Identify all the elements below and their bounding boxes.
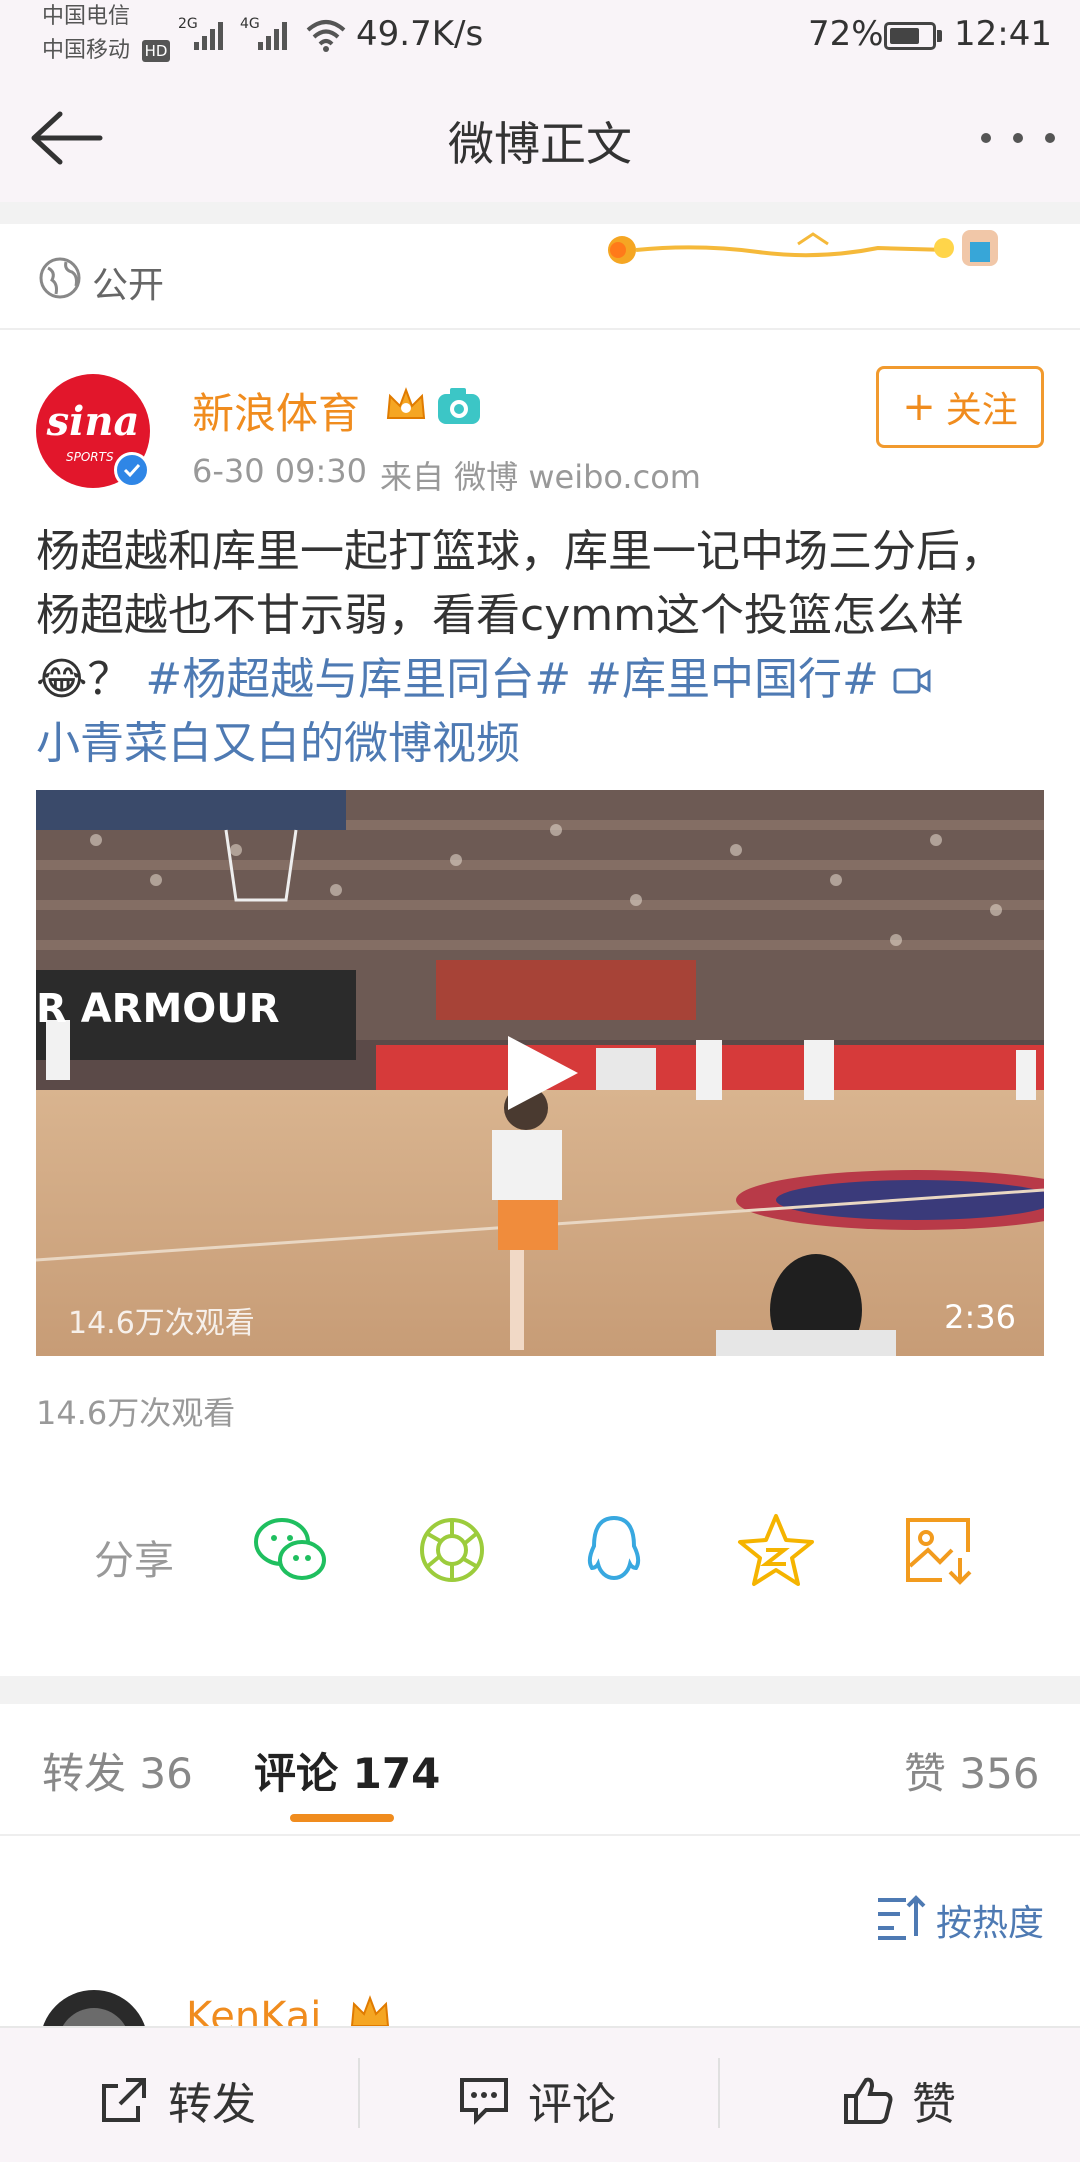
- carrier-2: 中国移动: [42, 38, 131, 63]
- avatar-sub-text: SPORTS: [66, 450, 114, 464]
- post-text-end: ？: [87, 654, 132, 705]
- follow-button-label: 关注: [945, 390, 1018, 431]
- video-camera-icon: [893, 668, 931, 694]
- tab-like[interactable]: 赞 356: [904, 1740, 1040, 1801]
- video-banner: R ARMOUR: [36, 790, 1044, 1032]
- section-gap: [0, 1676, 1080, 1704]
- banner-text: R ARMOUR: [36, 986, 280, 1032]
- visibility-label: 公开: [92, 265, 165, 306]
- moments-icon[interactable]: [412, 1510, 492, 1590]
- post-body: 杨超越和库里一起打篮球，库里一记中场三分后，杨超越也不甘示弱，看看cymm这个投…: [36, 520, 1046, 776]
- qzone-icon[interactable]: [736, 1510, 816, 1590]
- hd-badge: HD: [142, 40, 170, 62]
- verified-badge-icon: [114, 452, 150, 488]
- like-label: 赞: [912, 2079, 956, 2130]
- globe-icon: [39, 257, 81, 299]
- thumbs-up-icon: [844, 2077, 893, 2124]
- author-name[interactable]: 新浪体育: [192, 380, 360, 441]
- card-decoration-icon: [608, 230, 998, 266]
- crown-vip-icon: [386, 387, 426, 419]
- clock: 12:41: [954, 14, 1052, 54]
- comment-icon: [460, 2078, 508, 2125]
- comment-button[interactable]: 评论: [458, 2068, 616, 2132]
- status-bar: 中国电信 中国移动 HD 2G 4G 49.7K/s 72% 12:41: [0, 0, 1080, 74]
- repost-icon: [102, 2078, 146, 2122]
- battery-tip: [937, 30, 942, 42]
- plus-icon: +: [902, 384, 936, 430]
- repost-label: 转发: [168, 2079, 256, 2130]
- post-text: 杨超越和库里一起打篮球，库里一记中场三分后，杨超越也不甘示弱，看看cymm这个投…: [36, 526, 1004, 641]
- divider: [0, 328, 1080, 330]
- sort-label[interactable]: 按热度: [936, 1894, 1044, 1946]
- video-source-link[interactable]: 小青菜白又白的微博视频: [36, 718, 520, 769]
- video-player[interactable]: R ARMOUR 14.6万次观看 2:36: [36, 790, 1044, 1356]
- save-image-icon[interactable]: [898, 1510, 978, 1590]
- battery-percent: 72%: [808, 14, 884, 54]
- like-button[interactable]: 赞: [842, 2068, 956, 2132]
- topic-link[interactable]: #库里中国行#: [585, 654, 879, 705]
- section-gap: [0, 202, 1080, 224]
- topic-link[interactable]: #杨超越与库里同台#: [145, 654, 571, 705]
- avatar-logo-text: sina: [46, 398, 140, 445]
- carrier-1: 中国电信: [42, 4, 131, 29]
- page-title: 微博正文: [448, 117, 632, 171]
- separator: [358, 2058, 360, 2128]
- tab-repost[interactable]: 转发 36: [42, 1740, 193, 1801]
- video-view-count: 14.6万次观看: [68, 1306, 255, 1341]
- tab-active-indicator: [290, 1814, 394, 1822]
- signal-4g-icon: [258, 22, 287, 50]
- post-time: 6-30 09:30: [192, 452, 368, 490]
- play-icon[interactable]: [498, 1030, 584, 1116]
- sort-icon[interactable]: [876, 1892, 928, 1940]
- post-source: 来自 微博 weibo.com: [380, 458, 701, 496]
- share-label: 分享: [94, 1538, 174, 1584]
- laughing-emoji: 😂: [36, 654, 88, 705]
- comment-label: 评论: [528, 2079, 616, 2130]
- camera-badge-icon: [438, 388, 480, 424]
- video-duration: 2:36: [944, 1298, 1016, 1336]
- battery-icon: [884, 22, 936, 50]
- more-options-icon[interactable]: [978, 130, 1058, 146]
- qq-icon[interactable]: [574, 1510, 654, 1590]
- tab-comment[interactable]: 评论 174: [254, 1740, 440, 1801]
- wechat-icon[interactable]: [250, 1510, 330, 1590]
- wifi-icon: [306, 20, 346, 52]
- network-speed: 49.7K/s: [356, 14, 484, 54]
- view-count: 14.6万次观看: [36, 1394, 236, 1432]
- nav-bar: 微博正文: [0, 74, 1080, 202]
- repost-button[interactable]: 转发: [98, 2068, 256, 2132]
- bottom-action-bar: 转发 评论 赞: [0, 2026, 1080, 2162]
- signal-2g-icon: [194, 22, 223, 50]
- divider: [0, 1834, 1080, 1836]
- separator: [718, 2058, 720, 2128]
- follow-button[interactable]: + 关注: [876, 366, 1044, 448]
